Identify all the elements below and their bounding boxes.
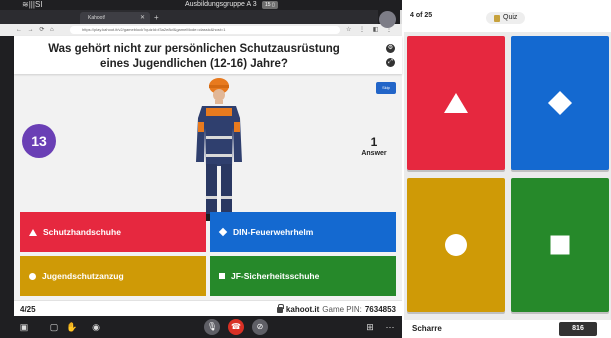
answer-tile-triangle[interactable] (407, 36, 505, 170)
call-app-logo: ≋|||SI (22, 0, 43, 9)
fullscreen-icon[interactable]: ⤢ (386, 58, 395, 67)
answer-option-1[interactable]: Schutzhandschuhe (20, 212, 206, 252)
answer-tile-diamond[interactable] (511, 36, 609, 170)
question-text: Was gehört nicht zur persönlichen Schutz… (48, 43, 340, 70)
answers-count: 1 (370, 135, 378, 149)
question-progress: 4/25 (20, 305, 36, 314)
answer-tile-circle[interactable] (407, 178, 505, 312)
diamond-icon (218, 227, 228, 237)
answer-option-2[interactable]: DIN-Feuerwehrhelm (210, 212, 396, 252)
question-of-total: 4 of 25 (410, 12, 433, 19)
triangle-icon (29, 228, 37, 236)
participants-icon[interactable]: ▢ (48, 321, 60, 333)
participant-avatar[interactable] (379, 11, 396, 28)
settings-icon[interactable]: ⚙ (386, 44, 395, 53)
more-options-icon[interactable]: ⋯ (384, 321, 396, 333)
question-header: Was gehört nicht zur persönlichen Schutz… (14, 36, 402, 74)
skip-button[interactable]: Skip (376, 82, 396, 94)
url-field[interactable]: https://play.kahoot.it/v2/gameblock?quiz… (70, 26, 340, 34)
browser-address-bar: ← → ⟳ ⌂ https://play.kahoot.it/v2/gamebl… (0, 24, 402, 36)
player-header: 4 of 25 Quiz (404, 0, 611, 32)
answers-label: Answer (361, 150, 387, 157)
browser-nav-icons[interactable]: ← → ⟳ ⌂ (16, 24, 56, 36)
game-mode-pill: Quiz (486, 12, 526, 24)
browser-tab-strip: Kahoot! ✕ + (0, 10, 378, 24)
game-pin: 7634853 (364, 305, 396, 314)
microphone-icon[interactable]: 🎙 (204, 319, 220, 335)
close-tab-icon[interactable]: ✕ (140, 12, 150, 24)
new-tab-icon[interactable]: + (154, 12, 164, 24)
camera-off-icon[interactable]: ⊘ (252, 319, 268, 335)
triangle-icon (444, 93, 468, 113)
screen: ≋|||SI Ausbildungsgruppe A 3 15 ▯ Kahoot… (0, 0, 611, 338)
call-title-bar: ≋|||SI Ausbildungsgruppe A 3 15 ▯ (0, 0, 402, 10)
call-controls: ▣ ▢ ✋ ◉ 🎙 ☎ ⊘ ⊞ ⋯ (0, 316, 402, 338)
player-score: 816 (559, 322, 597, 336)
game-pin-label: Game PIN: (322, 305, 362, 314)
player-name: Scharre (412, 324, 442, 333)
answer-label: Jugendschutzanzug (42, 271, 124, 281)
square-icon (550, 235, 570, 255)
circle-icon (29, 272, 36, 280)
answers-counter: 1 Answer (354, 136, 394, 158)
participants-badge[interactable]: 15 ▯ (262, 1, 278, 9)
kahoot-host-screen: Was gehört nicht zur persönlichen Schutz… (14, 36, 402, 320)
square-icon (219, 273, 225, 279)
firefighter-image (196, 78, 242, 221)
circle-icon (445, 234, 467, 256)
game-pin-area: kahoot.it Game PIN: 7634853 (276, 303, 396, 314)
raise-hand-icon[interactable]: ✋ (66, 321, 78, 333)
player-screen: 4 of 25 Quiz Scharre 816 (404, 0, 611, 338)
screen-share-icon[interactable]: ◉ (90, 321, 102, 333)
answer-label: DIN-Feuerwehrhelm (233, 227, 314, 237)
answer-label: JF-Sicherheitsschuhe (231, 271, 320, 281)
hang-up-icon[interactable]: ☎ (228, 319, 244, 335)
game-mode-label: Quiz (503, 14, 518, 21)
answer-label: Schutzhandschuhe (43, 227, 121, 237)
host-url: kahoot.it (285, 305, 320, 314)
diamond-icon (547, 90, 573, 116)
answer-option-4[interactable]: JF-Sicherheitsschuhe (210, 256, 396, 296)
grid-view-icon[interactable]: ⊞ (364, 321, 376, 333)
answer-option-3[interactable]: Jugendschutzanzug (20, 256, 206, 296)
player-footer: Scharre 816 (404, 320, 611, 338)
answer-tile-square[interactable] (511, 178, 609, 312)
meeting-title: Ausbildungsgruppe A 3 (185, 1, 257, 8)
countdown-timer: 13 (22, 124, 56, 158)
quiz-icon (494, 14, 500, 22)
chat-icon[interactable]: ▣ (18, 321, 30, 333)
lock-icon[interactable] (276, 303, 284, 313)
video-call-window: ≋|||SI Ausbildungsgruppe A 3 15 ▯ Kahoot… (0, 0, 402, 338)
